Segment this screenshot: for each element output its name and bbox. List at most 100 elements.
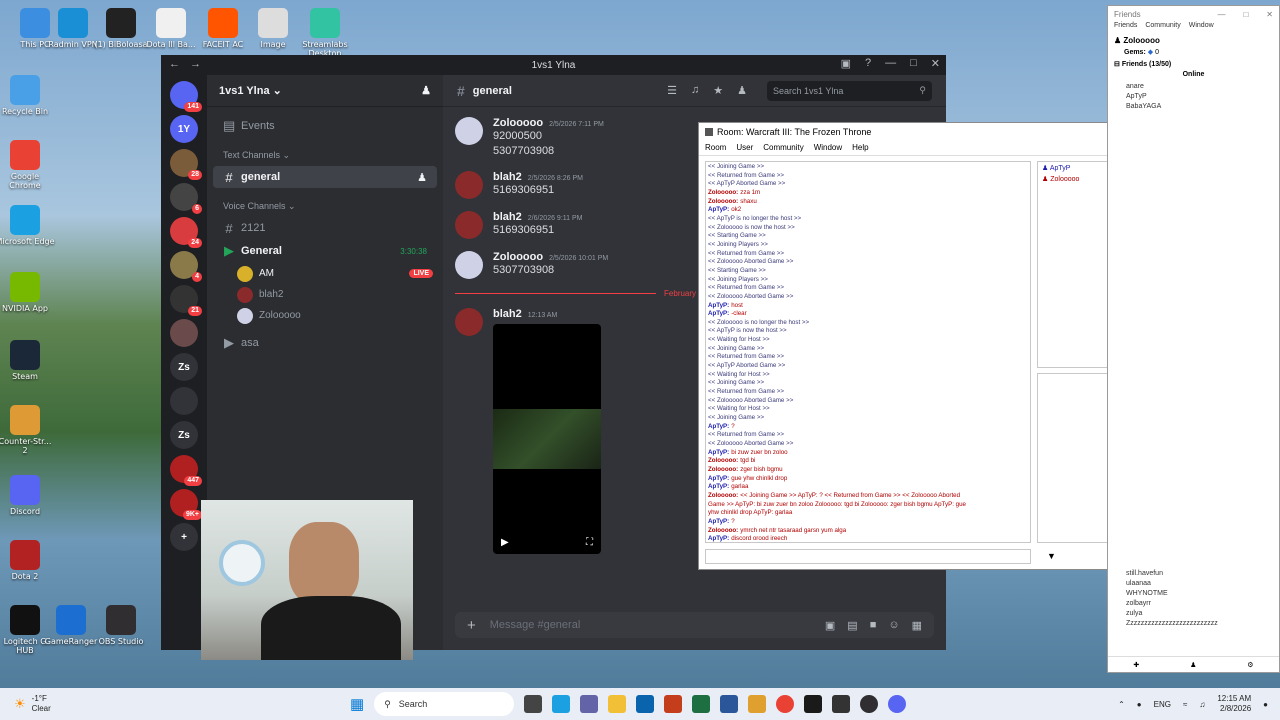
server-icon[interactable]: 24: [170, 217, 202, 248]
weather-widget[interactable]: ☀ -1°F Clear: [0, 694, 200, 714]
menu-item[interactable]: Community: [1145, 22, 1180, 36]
chat-input[interactable]: [705, 549, 1031, 564]
obs-taskbar-icon[interactable]: [860, 695, 879, 713]
desktop-icon[interactable]: Streamlabs Desktop: [295, 8, 355, 58]
teams-taskbar-icon[interactable]: [580, 695, 599, 713]
desktop-icon[interactable]: OBS Studio: [91, 605, 151, 646]
gif-icon[interactable]: ▤: [847, 619, 857, 632]
w3-taskbar-icon[interactable]: [804, 695, 823, 713]
voice-user[interactable]: AM LIVE: [207, 263, 443, 284]
server-icon[interactable]: 6: [170, 183, 202, 214]
server-icon[interactable]: 1Y: [170, 115, 198, 143]
wifi-icon[interactable]: ≈: [1183, 700, 1187, 709]
menu-item[interactable]: Window: [1189, 22, 1214, 36]
log-user[interactable]: ApTyP:: [708, 475, 729, 482]
minimize-button[interactable]: —: [1217, 10, 1225, 19]
emoji-icon[interactable]: ☺: [888, 619, 899, 632]
explorer-taskbar-icon[interactable]: [608, 695, 627, 713]
app-taskbar-icon[interactable]: [832, 695, 851, 713]
word-taskbar-icon[interactable]: [720, 695, 739, 713]
desktop-icon[interactable]: Recycle Bin: [0, 75, 55, 116]
microphone-icon[interactable]: ▼: [1047, 551, 1056, 561]
log-user[interactable]: Zolooooo:: [708, 466, 738, 473]
log-user[interactable]: ApTyP:: [708, 449, 729, 456]
settings-icon[interactable]: ⚙: [1247, 661, 1253, 669]
log-user[interactable]: ApTyP:: [708, 535, 729, 542]
add-attachment-icon[interactable]: +: [467, 617, 476, 634]
desktop-icon[interactable]: Steam: [0, 340, 55, 381]
edge-taskbar-icon[interactable]: [552, 695, 571, 713]
friends-group[interactable]: ⊟ Friends (13/50): [1108, 60, 1279, 71]
menu-item[interactable]: Window: [814, 143, 842, 152]
log-user[interactable]: Zolooooo:: [708, 527, 738, 534]
fullscreen-icon[interactable]: ⛶: [586, 537, 593, 548]
chat-log[interactable]: << Joining Game >> << Returned from Game …: [705, 161, 1031, 543]
language-indicator[interactable]: ENG: [1154, 700, 1171, 709]
avatar[interactable]: [455, 211, 483, 239]
menu-item[interactable]: User: [736, 143, 753, 152]
microphone-icon[interactable]: ●: [1137, 700, 1142, 709]
log-user[interactable]: ApTyP:: [708, 518, 729, 525]
text-channels-category[interactable]: Text Channels ⌄: [207, 138, 443, 165]
minimize-button[interactable]: —: [885, 57, 896, 70]
forward-icon[interactable]: →: [190, 58, 201, 70]
excel-taskbar-icon[interactable]: [692, 695, 711, 713]
friend-item[interactable]: ulaanaa: [1108, 579, 1279, 589]
video-attachment[interactable]: ▶ ⛶: [493, 324, 601, 554]
friend-item[interactable]: zolbayrr: [1108, 599, 1279, 609]
powerpoint-taskbar-icon[interactable]: [664, 695, 683, 713]
discord-taskbar-icon[interactable]: [888, 695, 907, 713]
volume-icon[interactable]: ♫: [1199, 700, 1205, 709]
photos-taskbar-icon[interactable]: [748, 695, 767, 713]
log-user[interactable]: ApTyP:: [708, 423, 729, 430]
apps-icon[interactable]: ▦: [912, 619, 922, 632]
server-icon[interactable]: +: [170, 523, 198, 551]
add-member-icon[interactable]: ♟: [421, 84, 431, 97]
start-icon[interactable]: ▦: [350, 695, 364, 713]
friend-item[interactable]: still.havefun: [1108, 569, 1279, 579]
log-user[interactable]: Zolooooo:: [708, 457, 738, 464]
bell-icon[interactable]: ♫: [691, 84, 699, 97]
gift-icon[interactable]: ▣: [825, 619, 835, 632]
desktop-icon[interactable]: Google Chrome: [0, 140, 55, 190]
threads-icon[interactable]: ☰: [667, 84, 677, 97]
server-icon[interactable]: 141: [170, 81, 202, 112]
menu-item[interactable]: Friends: [1114, 22, 1137, 36]
server-icon[interactable]: Zs: [170, 353, 198, 381]
server-icon[interactable]: [170, 319, 198, 347]
close-button[interactable]: ✕: [1266, 10, 1273, 19]
menu-item[interactable]: Community: [763, 143, 803, 152]
help-icon[interactable]: ?: [865, 57, 871, 70]
avatar[interactable]: [455, 117, 483, 145]
message-author[interactable]: blah2: [493, 308, 522, 320]
server-icon[interactable]: 28: [170, 149, 202, 180]
close-button[interactable]: ✕: [931, 57, 940, 70]
log-user[interactable]: ApTyP:: [708, 310, 729, 317]
play-icon[interactable]: ▶: [501, 537, 509, 548]
maximize-button[interactable]: □: [1243, 10, 1248, 19]
voice-channel-asa[interactable]: ▶ asa: [213, 332, 437, 354]
server-icon[interactable]: 9K+: [170, 489, 202, 520]
voice-user[interactable]: Zolooooo: [207, 305, 443, 326]
message-author[interactable]: Zolooooo: [493, 117, 543, 129]
friend-item[interactable]: ApTyP: [1108, 92, 1279, 102]
message-author[interactable]: Zolooooo: [493, 251, 543, 263]
server-icon[interactable]: Zs: [170, 421, 198, 449]
friend-item[interactable]: zulya: [1108, 609, 1279, 619]
friend-item[interactable]: BabaYAGA: [1108, 102, 1279, 112]
add-member-icon[interactable]: ♟: [417, 171, 427, 184]
members-icon[interactable]: ♟: [737, 84, 747, 97]
voice-channel-general[interactable]: ▶ General 3:30:38: [213, 240, 437, 262]
log-user[interactable]: Zolooooo:: [708, 492, 738, 499]
maximize-button[interactable]: □: [910, 57, 917, 70]
desktop-icon[interactable]: Dota 2: [0, 540, 55, 581]
desktop-icon[interactable]: Microsoft Edge: [0, 205, 55, 246]
desktop-icon[interactable]: NVIDIA App: [0, 272, 55, 313]
message-composer[interactable]: + Message #general ▣ ▤ ■ ☺ ▦: [455, 612, 934, 638]
events-item[interactable]: ▤ Events: [213, 115, 437, 137]
avatar[interactable]: [455, 251, 483, 279]
task-view-icon[interactable]: [524, 695, 543, 713]
add-friend-icon[interactable]: ✚: [1133, 661, 1139, 669]
server-icon[interactable]: [170, 387, 198, 415]
avatar[interactable]: [455, 308, 483, 336]
